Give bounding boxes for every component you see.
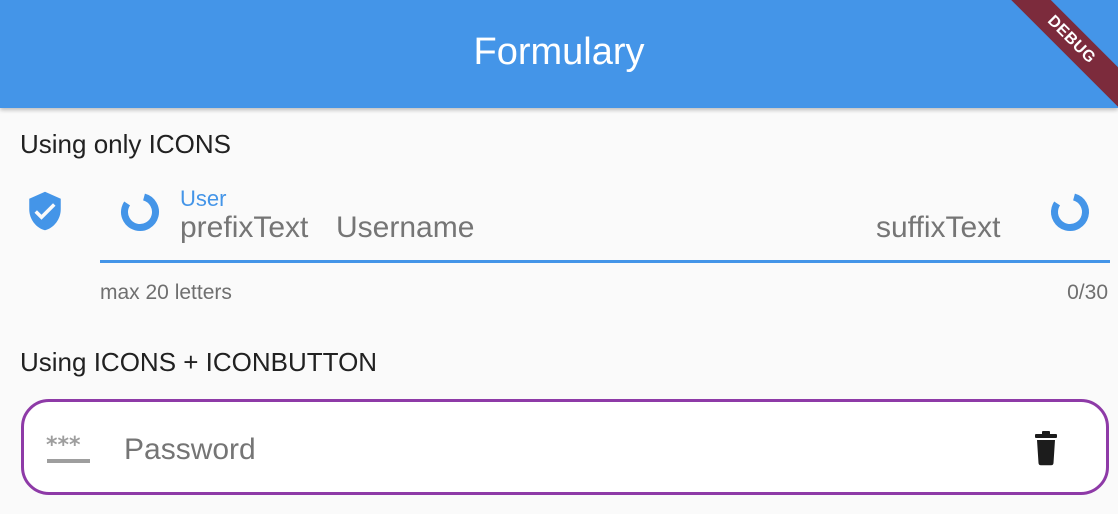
field-floating-label: User [180,186,227,211]
field-underline [100,260,1110,263]
app-bar: Formulary [0,0,1118,108]
username-hint[interactable]: Username [336,210,474,246]
character-counter: 0/30 [1067,281,1108,304]
section-label-iconbutton: Using ICONS + ICONBUTTON [20,347,378,377]
debug-banner-label: DEBUG [1000,0,1118,111]
verified-user-icon [24,188,66,234]
prefix-donut-icon [118,190,162,234]
app-bar-title: Formulary [473,31,645,73]
password-icon: *** [44,430,94,470]
suffix-donut-icon [1048,190,1092,234]
delete-icon [1035,431,1057,466]
password-placeholder[interactable]: Password [124,432,256,468]
svg-text:***: *** [46,433,81,458]
helper-text: max 20 letters [100,281,232,304]
prefix-text: prefixText [180,211,309,244]
suffix-text: suffixText [876,211,1001,244]
section-label-icons: Using only ICONS [20,129,231,159]
debug-banner: DEBUG [998,0,1118,120]
delete-button[interactable] [1018,422,1074,478]
